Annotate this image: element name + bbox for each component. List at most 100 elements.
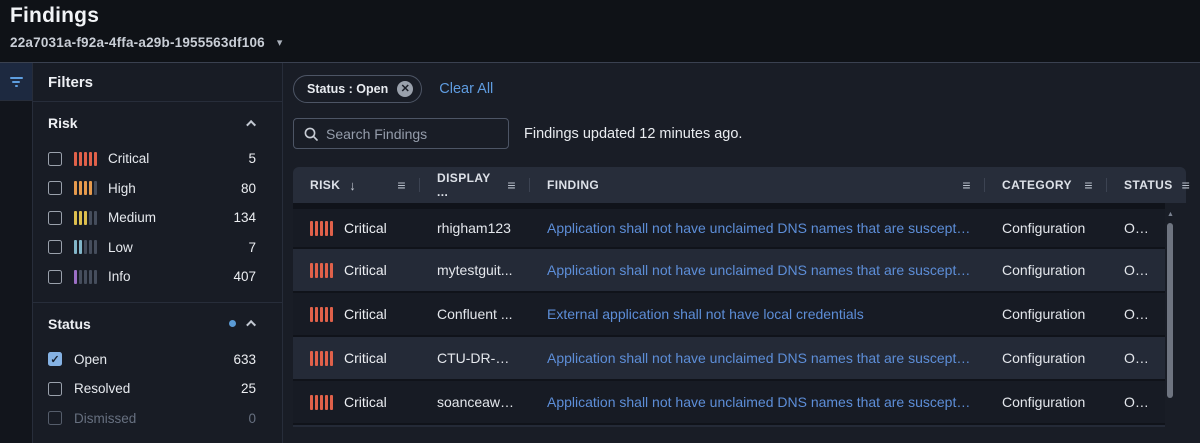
search-box[interactable] xyxy=(293,118,509,149)
risk-cell: Critical xyxy=(293,262,420,278)
scrollbar-thumb[interactable] xyxy=(1167,223,1173,398)
finding-link[interactable]: Application shall not have unclaimed DNS… xyxy=(530,220,985,236)
finding-link[interactable]: Application shall not have unclaimed DNS… xyxy=(530,262,985,278)
status-section-title: Status xyxy=(48,316,229,332)
display-name-cell: rhigham123 xyxy=(420,220,530,236)
filter-item-resolved[interactable]: Resolved 25 xyxy=(48,374,256,404)
scan-id: 22a7031a-f92a-4ffa-a29b-1955563df106 xyxy=(10,35,265,50)
filter-item-critical[interactable]: Critical 5 xyxy=(48,144,256,174)
filter-label: Info xyxy=(108,269,233,284)
table-row[interactable]: Critical mytestguit... Application shall… xyxy=(293,247,1165,291)
column-header-category[interactable]: CATEGORY ≡ xyxy=(985,167,1107,203)
search-row: Findings updated 12 minutes ago. xyxy=(293,118,1200,149)
table-row[interactable]: Critical rhigham123 Application shall no… xyxy=(293,203,1165,247)
info-checkbox[interactable] xyxy=(48,270,62,284)
filter-count: 5 xyxy=(248,151,256,166)
column-menu-icon[interactable]: ≡ xyxy=(1182,177,1191,193)
column-header-risk[interactable]: RISK ↓ ≡ xyxy=(293,167,420,203)
status-cell: Open xyxy=(1107,394,1165,410)
display-name-cell: Confluent ... xyxy=(420,306,530,322)
open-checkbox[interactable]: ✓ xyxy=(48,352,62,366)
critical-severity-icon xyxy=(310,263,333,278)
finding-link[interactable]: External application shall not have loca… xyxy=(530,306,985,322)
column-header-status[interactable]: STATUS ≡ xyxy=(1107,167,1186,203)
active-filter-dot xyxy=(229,320,236,327)
dismissed-checkbox xyxy=(48,411,62,425)
critical-severity-icon xyxy=(310,307,333,322)
category-cell: Configuration xyxy=(985,262,1107,278)
chip-label: Status : Open xyxy=(307,82,388,96)
filter-count: 80 xyxy=(241,181,256,196)
search-icon xyxy=(304,127,318,141)
filter-item-low[interactable]: Low 7 xyxy=(48,233,256,263)
table-row[interactable]: Critical Confluent ... External applicat… xyxy=(293,291,1165,335)
table-row[interactable]: Critical CTU-DR-D... Application shall n… xyxy=(293,335,1165,379)
finding-link[interactable]: Application shall not have unclaimed DNS… xyxy=(530,394,985,410)
filter-label: Open xyxy=(74,352,233,367)
status-open-filter-chip[interactable]: Status : Open ✕ xyxy=(293,75,422,103)
column-header-display-name[interactable]: DISPLAY ... ≡ xyxy=(420,167,530,203)
column-label: DISPLAY ... xyxy=(437,171,498,199)
risk-label: Critical xyxy=(344,350,387,366)
search-input[interactable] xyxy=(326,126,498,142)
medium-checkbox[interactable] xyxy=(48,211,62,225)
findings-page: Findings 22a7031a-f92a-4ffa-a29b-1955563… xyxy=(0,0,1200,443)
filter-label: Critical xyxy=(108,151,248,166)
table-row-partial xyxy=(293,423,1165,427)
column-menu-icon[interactable]: ≡ xyxy=(962,177,971,193)
status-cell: Open xyxy=(1107,262,1165,278)
high-severity-icon xyxy=(74,181,97,195)
display-name-cell: soanceawe... xyxy=(420,394,530,410)
resolved-checkbox[interactable] xyxy=(48,382,62,396)
table-row[interactable]: Critical soanceawe... Application shall … xyxy=(293,379,1165,423)
risk-filter-section: Risk Critical 5 High 80 xyxy=(33,102,282,302)
risk-cell: Critical xyxy=(293,306,420,322)
filter-icon xyxy=(10,77,23,87)
scan-selector-caret-icon[interactable]: ▾ xyxy=(277,36,283,49)
status-cell: Open xyxy=(1107,306,1165,322)
remove-filter-icon[interactable]: ✕ xyxy=(397,81,413,97)
status-filter-section: Status ✓ Open 633 Resolved 25 Dismissed xyxy=(33,302,282,443)
risk-cell: Critical xyxy=(293,394,420,410)
category-cell: Configuration xyxy=(985,394,1107,410)
critical-severity-icon xyxy=(310,351,333,366)
low-checkbox[interactable] xyxy=(48,240,62,254)
column-menu-icon[interactable]: ≡ xyxy=(397,177,406,193)
scroll-up-icon[interactable]: ▲ xyxy=(1167,211,1174,219)
filter-item-open[interactable]: ✓ Open 633 xyxy=(48,345,256,375)
filter-item-dismissed: Dismissed 0 xyxy=(48,404,256,434)
filter-item-medium[interactable]: Medium 134 xyxy=(48,203,256,233)
filter-item-info[interactable]: Info 407 xyxy=(48,262,256,292)
filters-sidebar: Filters Risk Critical 5 High 80 xyxy=(33,63,283,443)
critical-checkbox[interactable] xyxy=(48,152,62,166)
table-scrollbar[interactable]: ▲ xyxy=(1167,211,1174,443)
active-filters-row: Status : Open ✕ Clear All xyxy=(293,75,1200,103)
column-menu-icon[interactable]: ≡ xyxy=(507,177,516,193)
findings-main-panel: Status : Open ✕ Clear All Findings updat… xyxy=(283,63,1200,443)
column-label: CATEGORY xyxy=(1002,178,1072,192)
risk-section-header[interactable]: Risk xyxy=(48,115,256,131)
filters-toggle-button[interactable] xyxy=(0,63,32,101)
filter-label: Resolved xyxy=(74,381,241,396)
clear-all-link[interactable]: Clear All xyxy=(439,81,493,97)
status-section-header[interactable]: Status xyxy=(48,316,256,332)
category-cell: Configuration xyxy=(985,306,1107,322)
critical-severity-icon xyxy=(310,221,333,236)
findings-table: RISK ↓ ≡ DISPLAY ... ≡ FINDING ≡ CATEGOR… xyxy=(293,167,1186,427)
high-checkbox[interactable] xyxy=(48,181,62,195)
finding-link[interactable]: Application shall not have unclaimed DNS… xyxy=(530,350,985,366)
findings-updated-text: Findings updated 12 minutes ago. xyxy=(524,126,742,142)
column-label: STATUS xyxy=(1124,178,1173,192)
column-menu-icon[interactable]: ≡ xyxy=(1084,177,1093,193)
chevron-up-icon[interactable] xyxy=(246,320,256,330)
risk-cell: Critical xyxy=(293,350,420,366)
page-header: Findings 22a7031a-f92a-4ffa-a29b-1955563… xyxy=(0,0,1200,62)
filter-item-high[interactable]: High 80 xyxy=(48,174,256,204)
filter-count: 7 xyxy=(248,240,256,255)
medium-severity-icon xyxy=(74,211,97,225)
critical-severity-icon xyxy=(74,152,97,166)
column-header-finding[interactable]: FINDING ≡ xyxy=(530,167,985,203)
filter-label: Low xyxy=(108,240,248,255)
sort-descending-icon[interactable]: ↓ xyxy=(349,178,356,193)
filter-count: 633 xyxy=(233,352,256,367)
